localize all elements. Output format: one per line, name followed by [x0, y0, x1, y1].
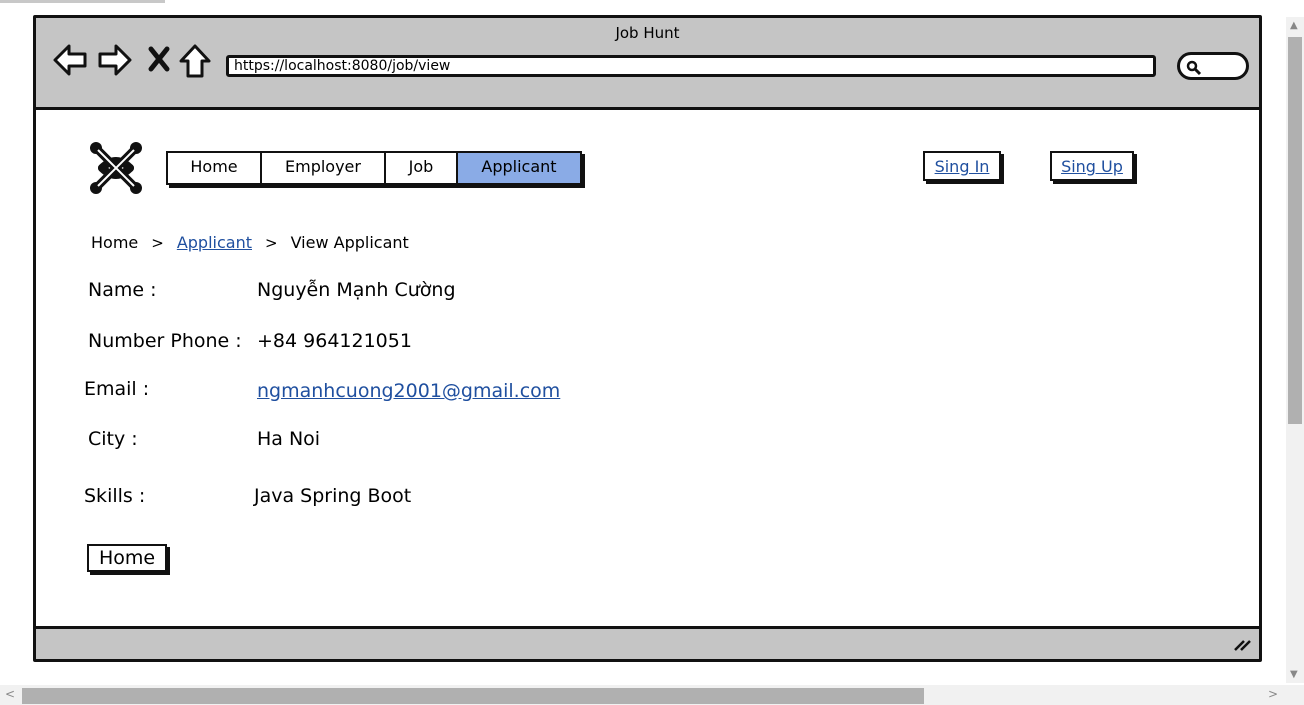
window-title: Job Hunt: [615, 24, 680, 42]
back-arrow-icon[interactable]: [52, 43, 88, 81]
resize-grip-icon[interactable]: [1233, 636, 1251, 655]
horizontal-scroll-thumb[interactable]: [22, 688, 924, 704]
breadcrumb-separator: >: [151, 233, 164, 252]
skills-label: Skills :: [84, 485, 146, 507]
forward-arrow-icon[interactable]: [97, 43, 133, 81]
scroll-up-icon[interactable]: ▲: [1290, 20, 1298, 31]
scroll-down-icon[interactable]: ▼: [1290, 669, 1298, 680]
city-value: Ha Noi: [257, 428, 321, 450]
breadcrumb-home[interactable]: Home: [91, 233, 138, 252]
horizontal-scrollbar[interactable]: < >: [0, 685, 1304, 705]
breadcrumb-current: View Applicant: [290, 233, 409, 252]
scroll-left-icon[interactable]: <: [5, 687, 15, 701]
email-link[interactable]: ngmanhcuong2001@gmail.com: [257, 380, 560, 402]
phone-value: +84 964121051: [257, 330, 412, 352]
nav-job[interactable]: Job: [386, 153, 458, 183]
stop-icon[interactable]: [148, 46, 170, 76]
sign-in-label: Sing In: [934, 157, 990, 176]
breadcrumb: Home > Applicant > View Applicant: [91, 233, 409, 252]
nav-home[interactable]: Home: [168, 153, 262, 183]
phone-label: Number Phone :: [88, 330, 242, 352]
sign-up-label: Sing Up: [1061, 157, 1123, 176]
nav-applicant[interactable]: Applicant: [458, 153, 580, 183]
name-label: Name :: [88, 279, 157, 301]
search-icon: [1186, 60, 1202, 76]
loading-indicator: [0, 0, 165, 3]
sign-in-button[interactable]: Sing In: [923, 151, 1001, 181]
email-label: Email :: [84, 378, 150, 400]
sign-up-button[interactable]: Sing Up: [1050, 151, 1134, 181]
skills-value: Java Spring Boot: [254, 485, 412, 507]
browser-titlebar: Job Hunt https://localhost:8080/job/view: [36, 18, 1259, 110]
scroll-right-icon[interactable]: >: [1268, 687, 1278, 701]
joomla-logo: [88, 140, 144, 200]
city-label: City :: [88, 428, 138, 450]
breadcrumb-separator: >: [265, 233, 278, 252]
breadcrumb-applicant-link[interactable]: Applicant: [177, 233, 252, 252]
vertical-scroll-thumb[interactable]: [1288, 37, 1302, 424]
browser-window: Job Hunt https://localhost:8080/job/view: [33, 15, 1262, 662]
home-button[interactable]: Home: [87, 544, 167, 572]
browser-search-field[interactable]: [1177, 52, 1249, 80]
status-bar: [36, 626, 1259, 659]
url-input[interactable]: https://localhost:8080/job/view: [226, 55, 1156, 77]
home-icon[interactable]: [178, 43, 212, 83]
vertical-scrollbar[interactable]: ▲ ▼: [1286, 17, 1304, 683]
main-nav: Home Employer Job Applicant: [166, 151, 582, 185]
nav-employer[interactable]: Employer: [262, 153, 386, 183]
name-value: Nguyễn Mạnh Cường: [257, 279, 456, 301]
